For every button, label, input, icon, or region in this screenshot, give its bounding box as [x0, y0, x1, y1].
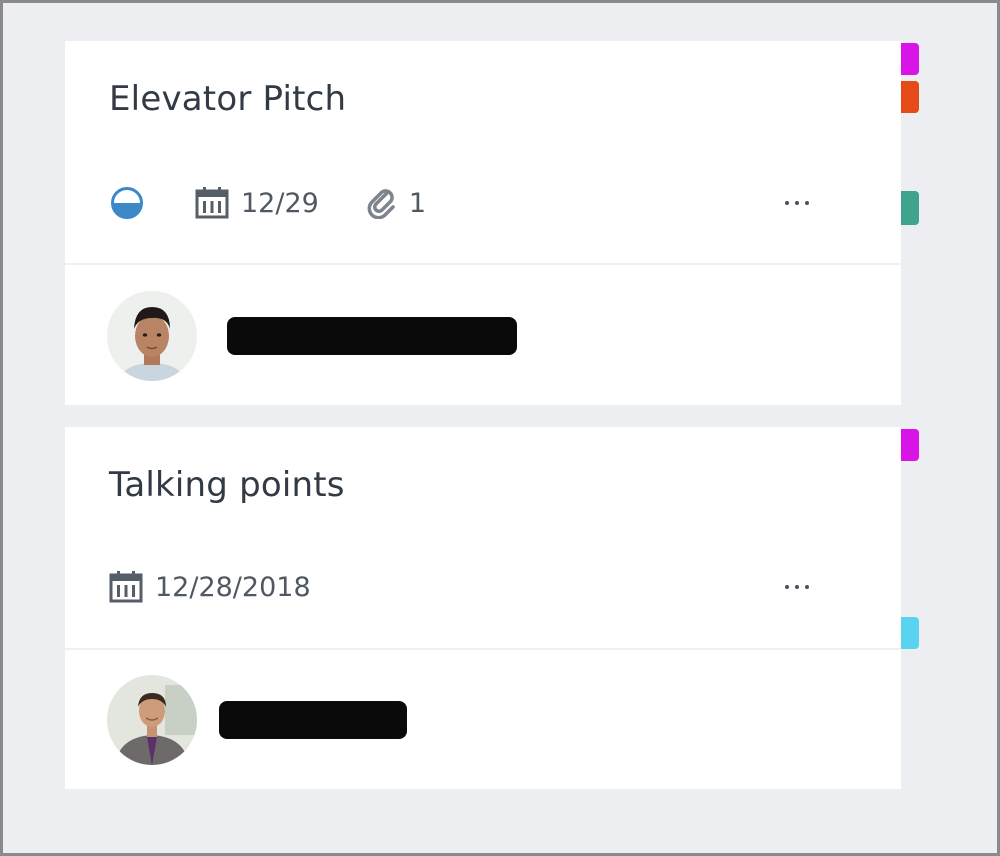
card-divider — [65, 263, 901, 265]
dot — [795, 585, 799, 589]
label-light-blue — [901, 617, 919, 649]
dot — [785, 201, 789, 205]
person-avatar-1[interactable] — [107, 291, 197, 381]
task-meta-row: 12/29 1 — [109, 183, 861, 223]
in-progress-icon[interactable] — [109, 185, 145, 221]
attachments: 1 — [367, 187, 426, 219]
due-date-text: 12/28/2018 — [155, 571, 311, 603]
dot — [795, 201, 799, 205]
redacted-assignee-name — [219, 701, 407, 739]
task-title[interactable]: Talking points — [109, 465, 345, 505]
calendar-icon — [109, 571, 143, 603]
board-column: Elevator Pitch 12/29 1 Talking points 12… — [0, 0, 1000, 856]
dot — [805, 201, 809, 205]
assignee[interactable] — [107, 675, 407, 765]
card-divider — [65, 648, 901, 650]
label-pink — [901, 43, 919, 75]
label-pink — [901, 429, 919, 461]
more-options-button[interactable] — [777, 567, 817, 607]
more-options-button[interactable] — [777, 183, 817, 223]
dot — [785, 585, 789, 589]
paperclip-icon — [367, 187, 397, 219]
attachment-count: 1 — [408, 187, 426, 219]
label-teal — [901, 191, 919, 225]
label-orange — [901, 81, 919, 113]
task-title[interactable]: Elevator Pitch — [109, 79, 346, 119]
assignee[interactable] — [107, 291, 517, 381]
task-card[interactable]: Talking points 12/28/2018 — [65, 427, 919, 789]
redacted-assignee-name — [227, 317, 517, 355]
task-meta-row: 12/28/2018 — [109, 567, 861, 607]
due-date: 12/29 — [195, 187, 319, 219]
due-date: 12/28/2018 — [109, 571, 311, 603]
dot — [805, 585, 809, 589]
person-avatar-2[interactable] — [107, 675, 197, 765]
task-card[interactable]: Elevator Pitch 12/29 1 — [65, 41, 919, 405]
calendar-icon — [195, 187, 229, 219]
due-date-text: 12/29 — [241, 187, 319, 219]
